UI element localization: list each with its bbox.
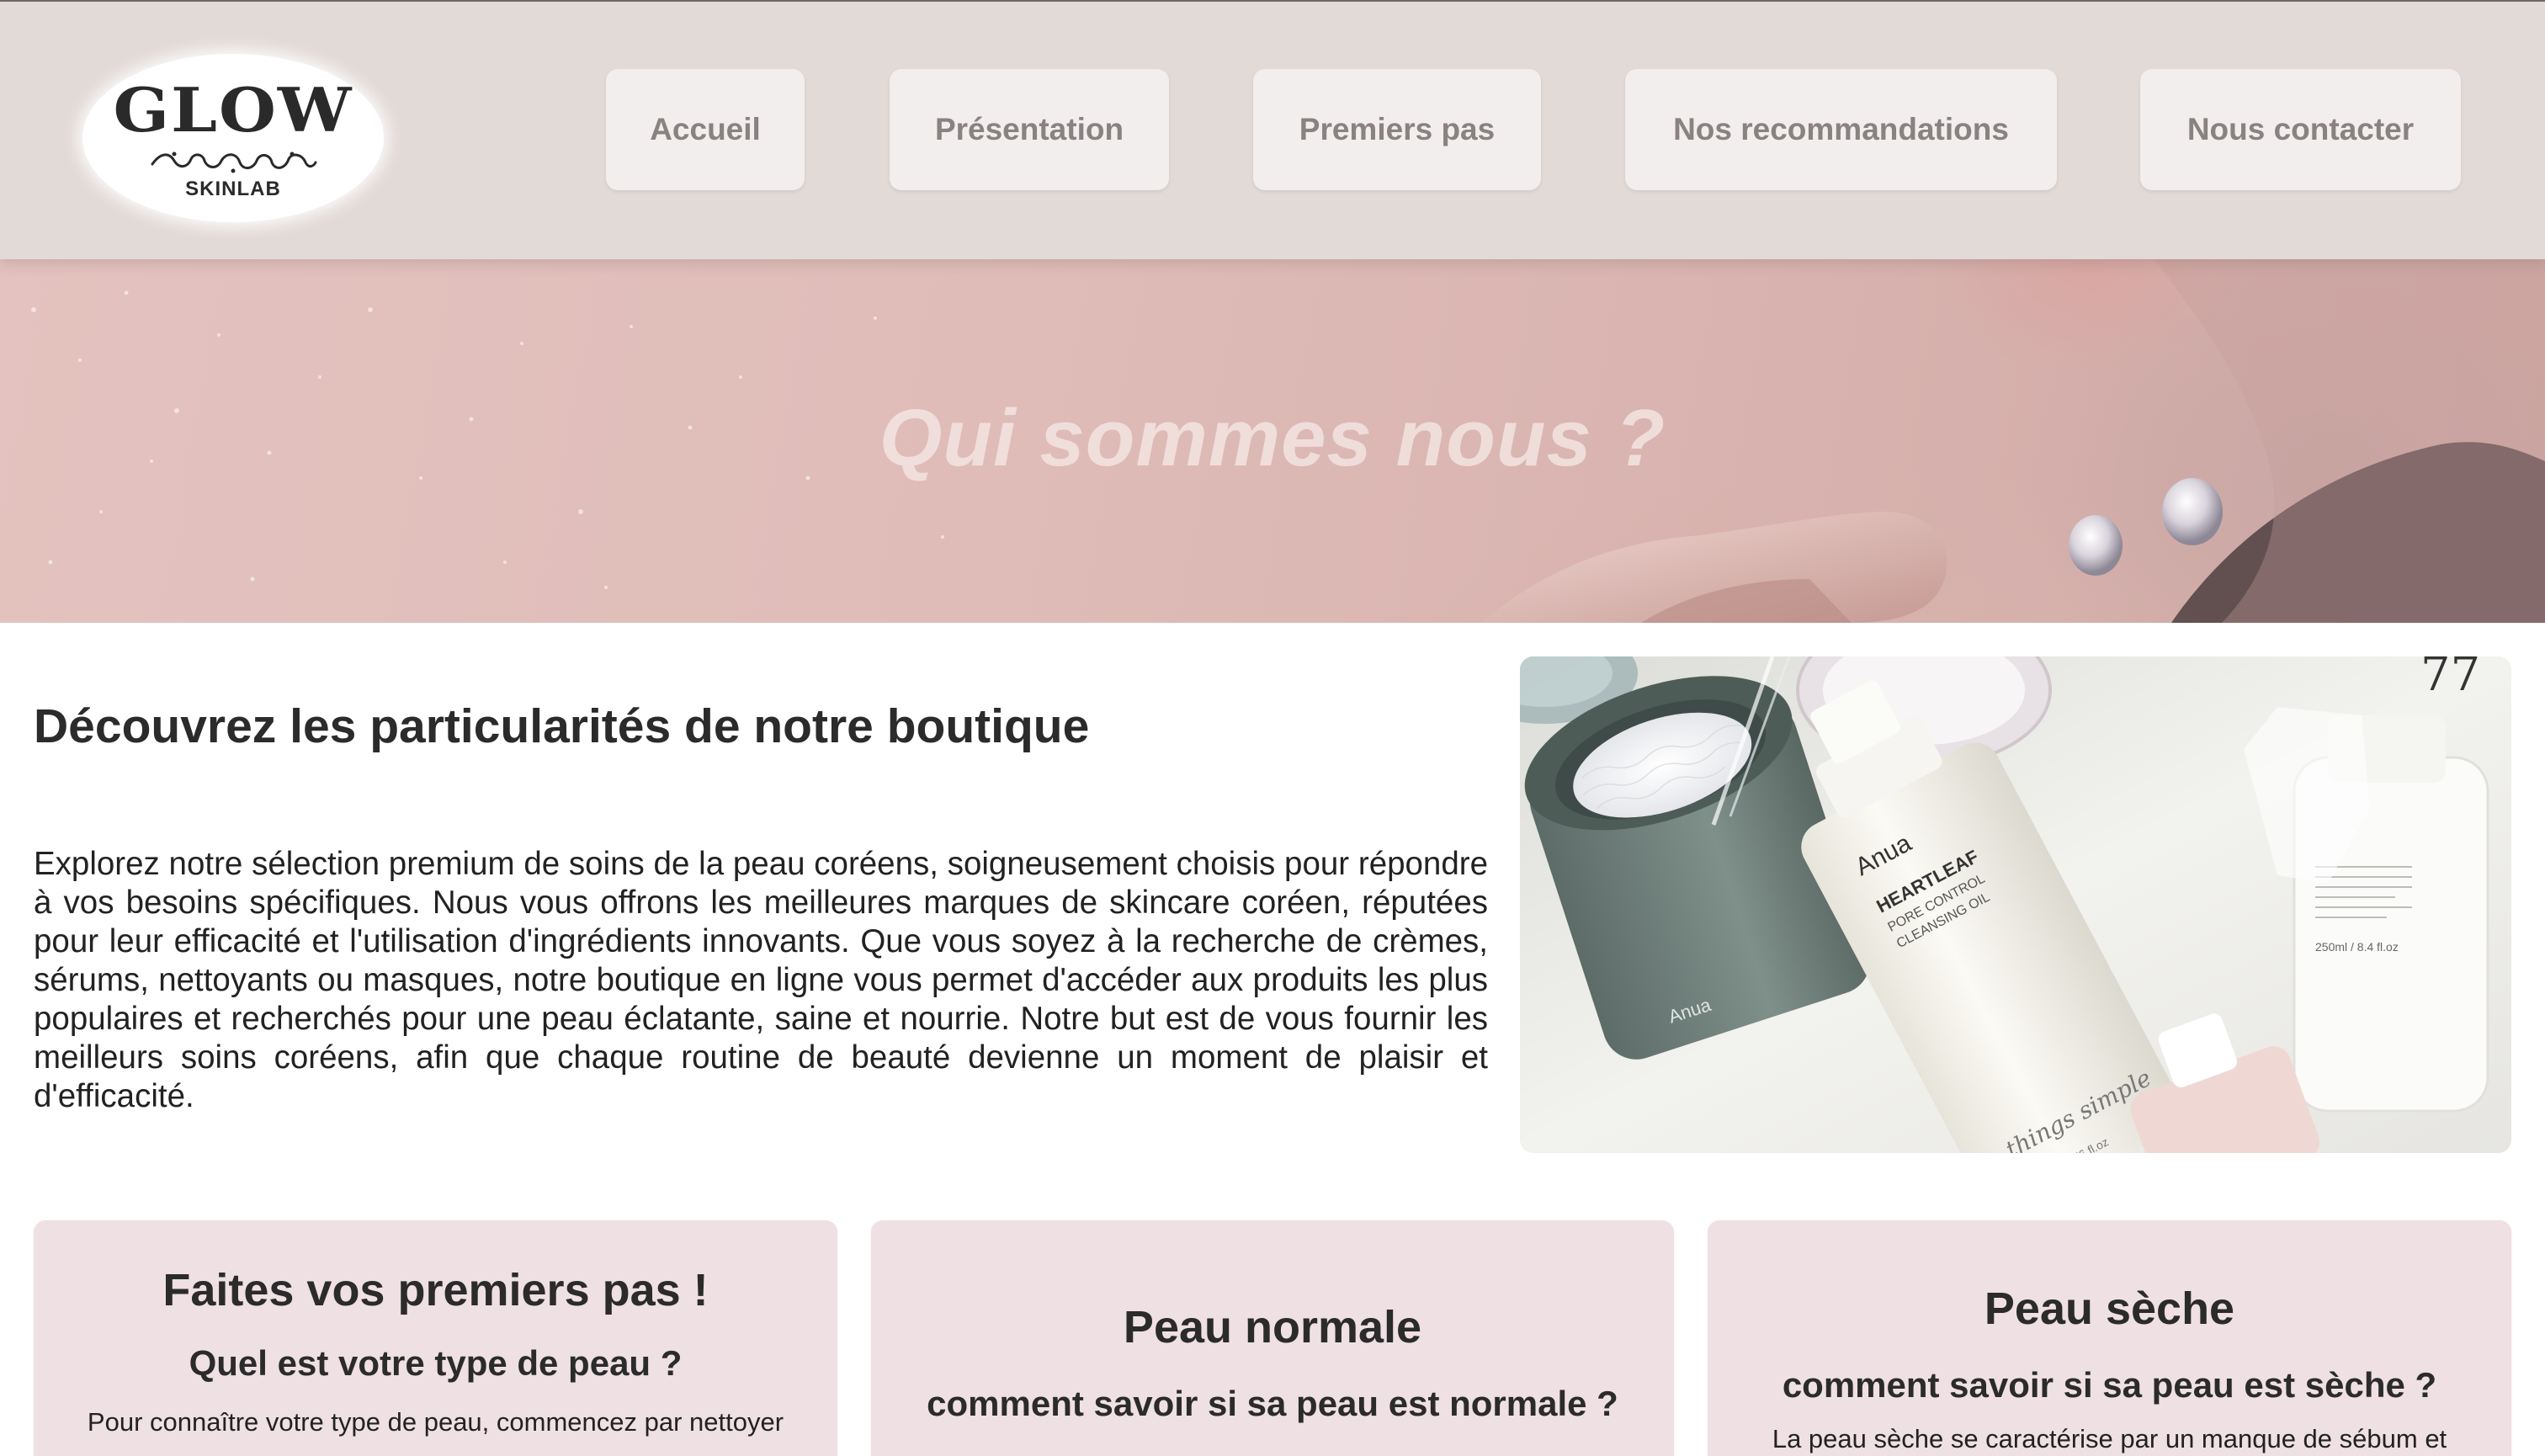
skincare-products-illustration: Anua Anua HEARTLEAF PORE CONTROL CLEANSI…	[1520, 656, 2511, 1153]
card-peau-normale[interactable]: Peau normale comment savoir si sa peau e…	[871, 1220, 1674, 1456]
card-title: Faites vos premiers pas !	[162, 1265, 709, 1315]
swirl-ornament-icon	[151, 151, 317, 173]
site-header: GLOW SKINLAB Accueil Présentation Premie…	[0, 2, 2545, 259]
card-premiers-pas[interactable]: Faites vos premiers pas ! Quel est votre…	[34, 1220, 837, 1456]
intro-heading: Découvrez les particularités de notre bo…	[34, 699, 1090, 753]
intro-paragraph: Explorez notre sélection premium de soin…	[34, 846, 1488, 1114]
hero-banner: Qui sommes nous ?	[0, 259, 2545, 623]
logo[interactable]: GLOW SKINLAB	[82, 54, 384, 222]
product-photo: Anua Anua HEARTLEAF PORE CONTROL CLEANSI…	[1520, 656, 2511, 1153]
card-text: Pour connaître votre type de peau, comme…	[87, 1407, 784, 1437]
card-title: Peau sèche	[1984, 1283, 2235, 1334]
card-subtitle: comment savoir si sa peau est sèche ?	[1782, 1365, 2437, 1405]
nav-item-accueil[interactable]: Accueil	[606, 69, 805, 190]
logo-subtitle: SKINLAB	[185, 178, 281, 200]
nav-item-recommandations[interactable]: Nos recommandations	[1625, 69, 2057, 190]
card-subtitle: Quel est votre type de peau ?	[189, 1343, 683, 1383]
nav-item-contact[interactable]: Nous contacter	[2140, 69, 2461, 190]
svg-text:250ml / 8.4 fl.oz: 250ml / 8.4 fl.oz	[2315, 940, 2399, 954]
card-text: La peau sèche se caractérise par un manq…	[1772, 1424, 2447, 1453]
card-title: Peau normale	[1123, 1302, 1422, 1352]
nav-item-premiers-pas[interactable]: Premiers pas	[1253, 69, 1541, 190]
card-peau-seche[interactable]: Peau sèche comment savoir si sa peau est…	[1708, 1220, 2511, 1456]
svg-text:77: 77	[2420, 656, 2480, 702]
nav-item-presentation[interactable]: Présentation	[890, 69, 1169, 190]
card-subtitle: comment savoir si sa peau est normale ?	[927, 1384, 1618, 1423]
hero-title: Qui sommes nous ?	[879, 393, 1666, 483]
logo-wordmark: GLOW	[113, 75, 353, 146]
